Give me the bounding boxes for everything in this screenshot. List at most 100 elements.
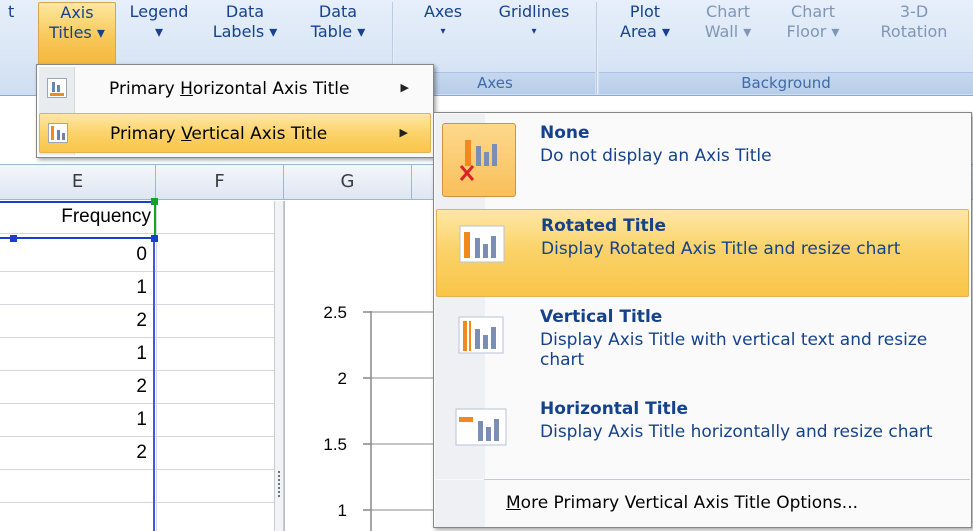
accelerator-key: V bbox=[181, 124, 192, 144]
legend-button[interactable]: Legend ▾ bbox=[120, 2, 198, 68]
axes-label-top: Axes bbox=[423, 2, 463, 21]
data-labels-label-bottom: Labels ▾ bbox=[212, 22, 278, 41]
axis-titles-menu: Primary Horizontal Axis Title ▶ Primary … bbox=[36, 64, 434, 158]
table-row: 1 bbox=[0, 338, 290, 371]
plot-area-button[interactable]: Plot Area ▾ bbox=[610, 2, 680, 68]
chart-floor-label-top: Chart bbox=[791, 2, 835, 21]
menu-gutter bbox=[435, 480, 485, 527]
column-header-f[interactable]: F bbox=[156, 165, 284, 199]
3d-rotation-button[interactable]: 3-D Rotation bbox=[864, 2, 964, 68]
y-tick-label: 1 bbox=[338, 501, 347, 520]
cell-value[interactable]: 1 bbox=[0, 338, 152, 370]
y-tick-label: 2.5 bbox=[323, 303, 347, 322]
data-range-highlight bbox=[153, 239, 155, 531]
rotated-title-icon bbox=[443, 216, 517, 290]
table-row: 2 bbox=[0, 437, 290, 470]
option-vertical-title[interactable]: Vertical Title Display Axis Title with v… bbox=[436, 301, 969, 389]
icon-graphic bbox=[459, 140, 497, 181]
3d-rotation-label-top: 3-D bbox=[899, 2, 929, 21]
resize-grip-icon bbox=[278, 471, 280, 497]
table-row: 2 bbox=[0, 371, 290, 404]
more-axis-title-options[interactable]: More Primary Vertical Axis Title Options… bbox=[506, 493, 858, 513]
series-name-handle[interactable] bbox=[151, 198, 158, 205]
vertical-axis-title-icon bbox=[48, 123, 68, 143]
menu-item-primary-vertical-axis-title[interactable]: Primary Vertical Axis Title ▶ bbox=[39, 113, 431, 153]
option-description: Do not display an Axis Title bbox=[540, 146, 772, 166]
data-labels-label-top: Data bbox=[225, 2, 265, 21]
accelerator-key: H bbox=[180, 79, 193, 99]
plot-area-label-bottom: Area ▾ bbox=[620, 22, 670, 41]
table-row: 2 bbox=[0, 305, 290, 338]
menu-item-primary-horizontal-axis-title[interactable]: Primary Horizontal Axis Title ▶ bbox=[39, 69, 431, 109]
plot-area-label-top: Plot bbox=[629, 2, 661, 21]
no-axis-title-icon bbox=[442, 123, 516, 197]
column-header-e[interactable]: E bbox=[0, 165, 156, 199]
menu-item-label: Primary Horizontal Axis Title bbox=[109, 79, 349, 99]
menu-item-label: Primary Vertical Axis Title bbox=[110, 124, 327, 144]
axis-titles-label-top: Axis bbox=[60, 3, 94, 22]
sheet-grid: Frequency 0 1 2 1 2 1 2 bbox=[0, 201, 290, 531]
option-horizontal-title[interactable]: Horizontal Title Display Axis Title hori… bbox=[436, 393, 969, 481]
data-table-label-top: Data bbox=[318, 2, 358, 21]
y-tick-label: 1.5 bbox=[323, 435, 347, 454]
menu-separator bbox=[484, 479, 970, 480]
cell-value[interactable]: 1 bbox=[0, 272, 152, 304]
label-part: ertical Axis Title bbox=[191, 124, 328, 144]
option-description: Display Rotated Axis Title and resize ch… bbox=[541, 239, 901, 259]
axis-titles-label-bottom: Titles ▾ bbox=[49, 23, 105, 42]
data-labels-button[interactable]: Data Labels ▾ bbox=[200, 2, 290, 68]
option-rotated-title[interactable]: Rotated Title Display Rotated Axis Title… bbox=[436, 209, 969, 297]
icon-graphic bbox=[458, 316, 504, 354]
axis-titles-button[interactable]: Axis Titles ▾ bbox=[38, 2, 116, 66]
horizontal-title-icon bbox=[442, 399, 516, 473]
table-row: 1 bbox=[0, 404, 290, 437]
label-part: ore Primary Vertical Axis Title Options.… bbox=[520, 493, 858, 513]
option-description: Display Axis Title horizontally and resi… bbox=[540, 422, 933, 442]
chart-wall-label-bottom: Wall ▾ bbox=[704, 22, 752, 41]
chart-floor-label-bottom: Floor ▾ bbox=[786, 22, 840, 41]
axes-button[interactable]: Axes ▾ bbox=[408, 2, 478, 68]
legend-label-bottom: ▾ bbox=[154, 22, 164, 41]
label-part: Primary bbox=[109, 79, 181, 99]
y-tick-label: 2 bbox=[338, 369, 347, 388]
label-part: orizontal Axis Title bbox=[192, 79, 350, 99]
cell-value[interactable]: 2 bbox=[0, 371, 152, 403]
cell-value[interactable] bbox=[0, 470, 152, 502]
option-description: Display Axis Title with vertical text an… bbox=[540, 330, 928, 370]
background-group-label: Background bbox=[599, 72, 973, 94]
vertical-axis-title-menu: None Do not display an Axis Title Rotate… bbox=[433, 112, 972, 528]
chart-wall-label-top: Chart bbox=[706, 2, 750, 21]
column-header-g[interactable]: G bbox=[284, 165, 412, 199]
header-cell-selection bbox=[0, 201, 156, 239]
table-row: 0 bbox=[0, 239, 290, 272]
option-title: Rotated Title bbox=[541, 216, 667, 236]
ribbon-button-partial-top: t bbox=[8, 2, 15, 21]
data-table-label-bottom: Table ▾ bbox=[310, 22, 366, 41]
gridlines-button[interactable]: Gridlines ▾ bbox=[480, 2, 588, 68]
cell-value[interactable]: 2 bbox=[0, 305, 152, 337]
vertical-title-icon bbox=[442, 307, 516, 381]
data-table-button[interactable]: Data Table ▾ bbox=[292, 2, 384, 68]
chart-floor-button[interactable]: Chart Floor ▾ bbox=[770, 2, 856, 68]
chart-wall-button[interactable]: Chart Wall ▾ bbox=[690, 2, 766, 68]
gridlines-label-top: Gridlines bbox=[498, 2, 570, 21]
axes-label-bottom: ▾ bbox=[440, 26, 446, 37]
label-part: Primary bbox=[110, 124, 182, 144]
option-title: Horizontal Title bbox=[540, 399, 689, 419]
range-handle[interactable] bbox=[10, 235, 17, 242]
icon-graphic bbox=[455, 408, 507, 446]
cell-value[interactable]: 0 bbox=[0, 239, 152, 271]
chart-frame-handle[interactable] bbox=[274, 201, 284, 531]
option-title: Vertical Title bbox=[540, 307, 663, 327]
horizontal-axis-title-icon bbox=[47, 78, 67, 98]
table-row bbox=[0, 470, 290, 503]
range-handle[interactable] bbox=[151, 235, 158, 242]
ribbon-button-partial[interactable]: t bbox=[0, 2, 22, 68]
accelerator-key: M bbox=[506, 493, 521, 513]
cell-value[interactable]: 2 bbox=[0, 437, 152, 469]
3d-rotation-label-bottom: Rotation bbox=[880, 22, 948, 41]
ribbon-separator bbox=[596, 2, 598, 94]
cell-value[interactable]: 1 bbox=[0, 404, 152, 436]
option-none[interactable]: None Do not display an Axis Title bbox=[436, 117, 969, 205]
option-title: None bbox=[540, 123, 590, 143]
